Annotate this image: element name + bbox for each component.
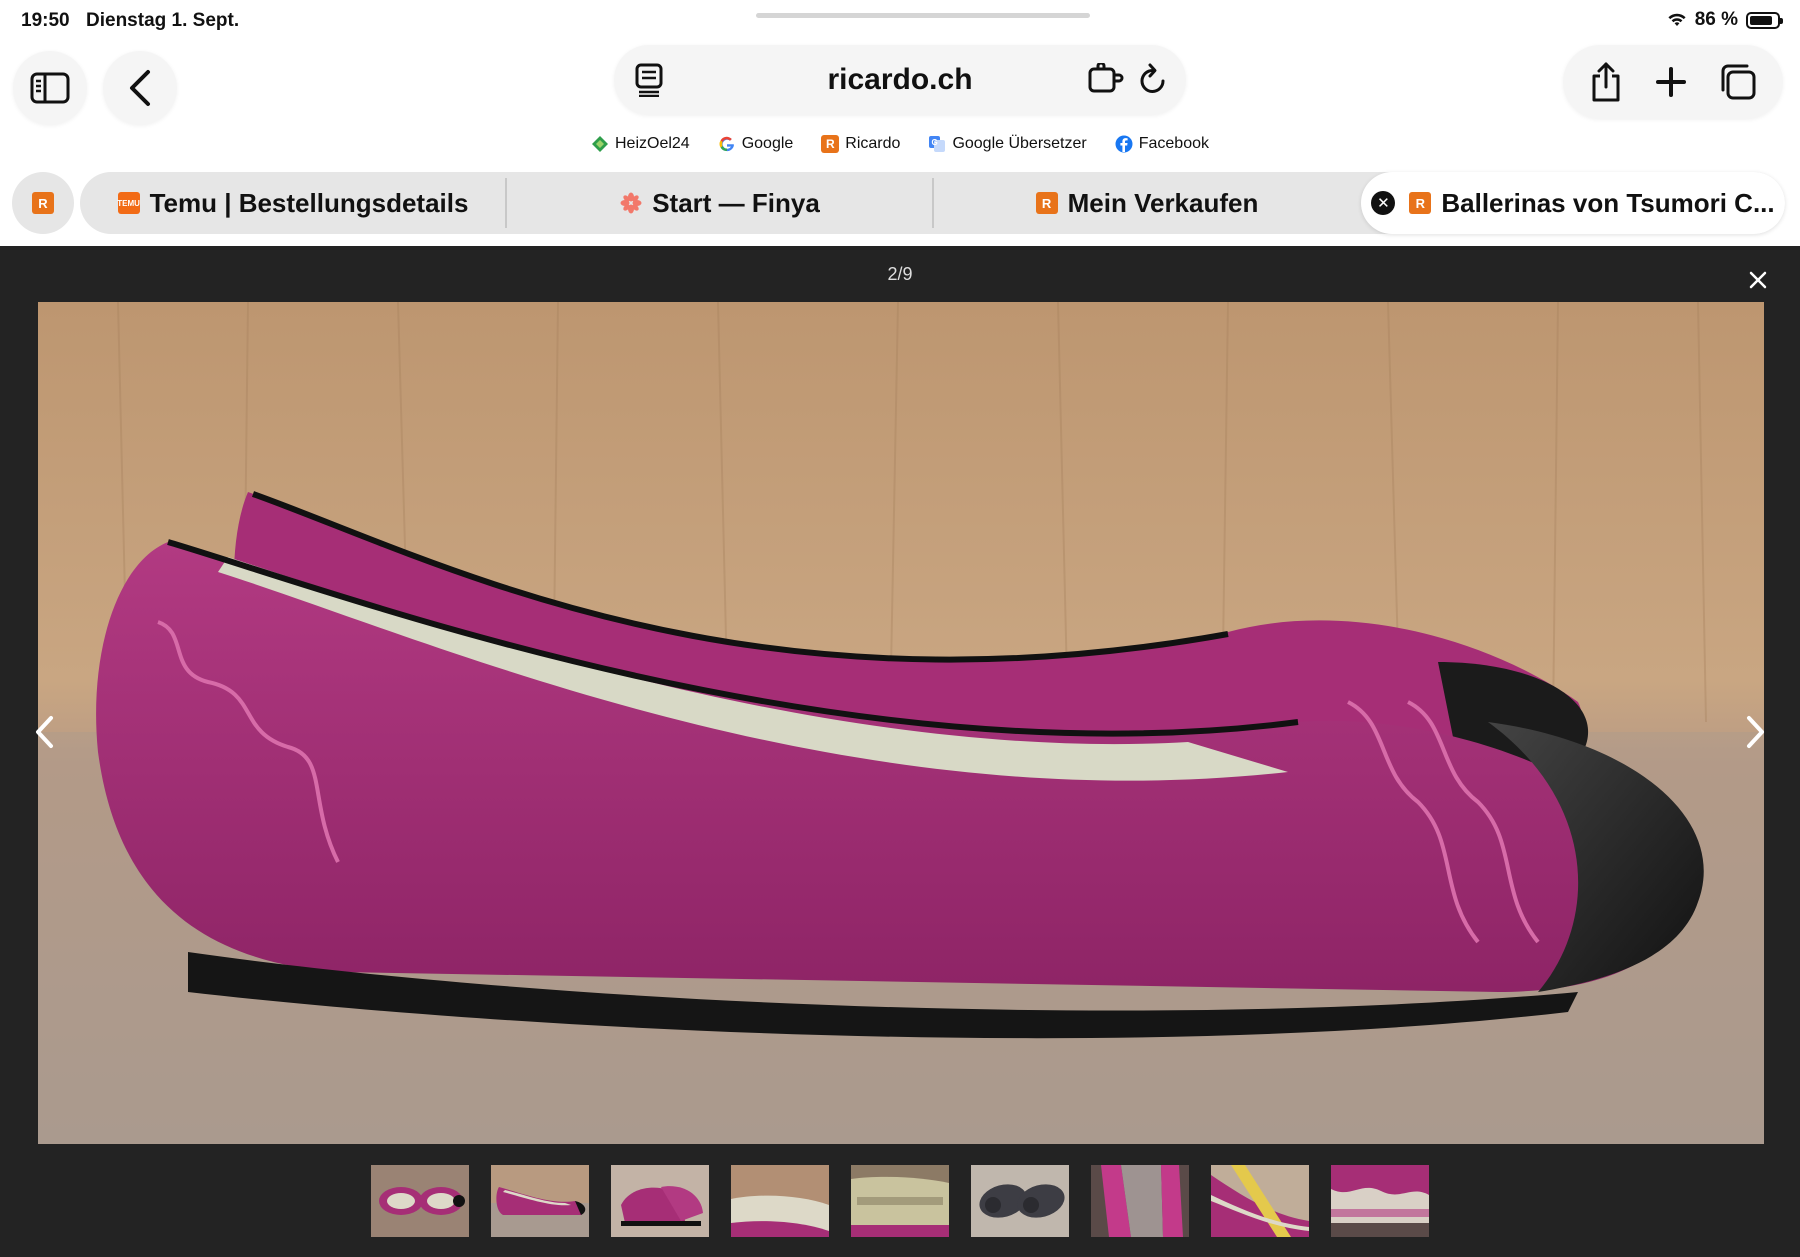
ricardo-icon: R — [1409, 192, 1432, 214]
translate-icon: G — [928, 135, 946, 153]
tab-label: Ballerinas von Tsumori C... — [1441, 187, 1775, 218]
share-icon[interactable] — [1589, 61, 1623, 103]
shoe-photo — [38, 302, 1764, 1144]
previous-image-button[interactable] — [24, 702, 64, 762]
ricardo-icon: R — [821, 135, 840, 153]
favorite-google[interactable]: Google — [718, 132, 794, 156]
url-text: ricardo.ch — [827, 63, 973, 96]
extension-icon[interactable] — [1088, 63, 1124, 95]
close-lightbox-button[interactable] — [1744, 266, 1772, 294]
heizoel-icon — [591, 135, 609, 153]
favorite-label: Facebook — [1138, 135, 1209, 152]
thumbnail-selected[interactable] — [488, 1162, 592, 1240]
favorite-label: Google Übersetzer — [952, 135, 1087, 152]
sidebar-icon — [30, 72, 70, 104]
thumbnail[interactable] — [728, 1162, 832, 1240]
favorites-bar: HeizOel24 Google R Ricardo G Google Über… — [0, 132, 1800, 156]
reader-icon[interactable] — [634, 63, 664, 97]
thumbnail[interactable] — [848, 1162, 952, 1240]
finya-icon — [620, 192, 642, 214]
favorite-heizoel24[interactable]: HeizOel24 — [591, 132, 690, 156]
tab-temu[interactable]: TEMU Temu | Bestellungsdetails — [80, 172, 506, 234]
ricardo-icon: R — [32, 192, 54, 214]
close-icon — [1749, 271, 1767, 289]
svg-text:G: G — [932, 138, 938, 147]
multitasking-grabber[interactable] — [756, 13, 1090, 18]
address-bar[interactable]: ricardo.ch — [614, 45, 1186, 115]
thumbnail[interactable] — [968, 1162, 1072, 1240]
thumbnail[interactable] — [1088, 1162, 1192, 1240]
favorite-label: Google — [741, 135, 794, 152]
new-tab-icon[interactable] — [1655, 66, 1687, 98]
pinned-tab-ricardo[interactable]: R — [12, 172, 74, 234]
battery-percent: 86 % — [1694, 9, 1738, 30]
favorite-google-translate[interactable]: G Google Übersetzer — [928, 132, 1087, 156]
browser-toolbar: ricardo.ch — [0, 40, 1800, 125]
lightbox-footer — [0, 1246, 1800, 1257]
status-time: 19:50 — [21, 10, 70, 31]
tab-finya[interactable]: Start — Finya — [507, 172, 933, 234]
wifi-icon — [1668, 13, 1686, 26]
facebook-icon — [1115, 135, 1133, 153]
favorite-facebook[interactable]: Facebook — [1115, 132, 1209, 156]
tab-label: Temu | Bestellungsdetails — [149, 187, 469, 218]
next-image-button[interactable] — [1736, 702, 1776, 762]
main-product-photo[interactable] — [38, 302, 1764, 1144]
thumbnail[interactable] — [1328, 1162, 1432, 1240]
favorite-ricardo[interactable]: R Ricardo — [821, 132, 900, 156]
ricardo-icon: R — [1035, 192, 1058, 214]
tab-mein-verkaufen[interactable]: R Mein Verkaufen — [934, 172, 1360, 234]
tab-bar: R TEMU Temu | Bestellungsdetails Start —… — [0, 172, 1800, 234]
tab-label: Mein Verkaufen — [1067, 187, 1259, 218]
status-right: 86 % — [1667, 9, 1783, 31]
back-icon — [130, 70, 150, 106]
toolbar-actions — [1563, 45, 1783, 119]
thumbnail[interactable] — [1208, 1162, 1312, 1240]
tab-ballerinas-active[interactable]: ✕ R Ballerinas von Tsumori C... — [1361, 172, 1785, 234]
status-bar: 19:50 Dienstag 1. Sept. 86 % — [0, 0, 1800, 40]
temu-icon: TEMU — [117, 192, 140, 214]
thumbnail[interactable] — [608, 1162, 712, 1240]
status-date: Dienstag 1. Sept. — [86, 10, 240, 31]
google-icon — [718, 135, 736, 153]
image-lightbox: 2/9 — [0, 246, 1800, 1257]
tab-label: Start — Finya — [652, 187, 820, 218]
reload-icon[interactable] — [1138, 62, 1168, 96]
chevron-left-icon — [36, 716, 53, 748]
thumbnail[interactable] — [368, 1162, 472, 1240]
close-tab-icon[interactable]: ✕ — [1371, 191, 1396, 215]
thumbnail-strip — [0, 1162, 1800, 1242]
favorite-label: HeizOel24 — [615, 135, 690, 152]
tabs-overview-icon[interactable] — [1719, 63, 1757, 101]
chevron-right-icon — [1747, 716, 1764, 748]
back-button[interactable] — [103, 51, 177, 125]
battery-icon — [1746, 11, 1783, 29]
sidebar-button[interactable] — [13, 51, 87, 125]
image-counter: 2/9 — [887, 264, 913, 284]
favorite-label: Ricardo — [845, 135, 901, 152]
